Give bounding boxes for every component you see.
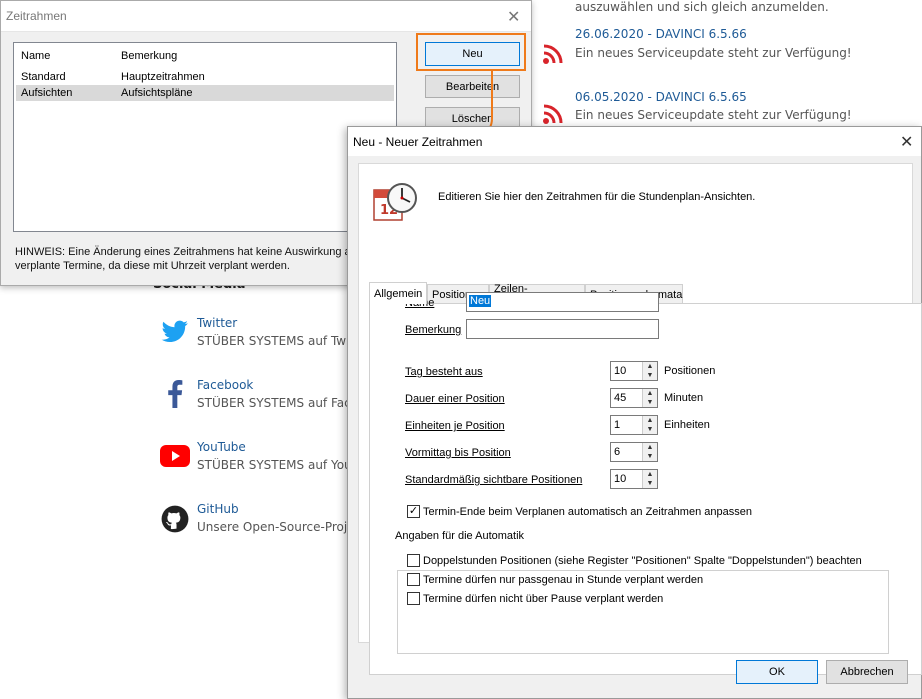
stepper-up-icon[interactable]: ▲ <box>642 362 657 371</box>
spinner-unit: Positionen <box>664 365 716 377</box>
social-sub-github: Unsere Open-Source-Projekte <box>197 520 347 534</box>
stepper-up-icon[interactable]: ▲ <box>642 443 657 452</box>
list-item-remark: Aufsichtspläne <box>121 87 193 99</box>
stepper-down-icon[interactable]: ▼ <box>642 371 657 380</box>
name-field-value: Neu <box>469 295 492 307</box>
stepper-down-icon[interactable]: ▼ <box>642 479 657 488</box>
stepper-down-icon[interactable]: ▼ <box>642 452 657 461</box>
exact-fit-checkbox[interactable] <box>407 573 420 586</box>
rss-icon <box>543 44 563 64</box>
stepper-up-icon[interactable]: ▲ <box>642 416 657 425</box>
tab-allgemein[interactable]: Allgemein <box>369 282 427 304</box>
social-title-youtube[interactable]: YouTube <box>197 440 246 454</box>
news-title-2[interactable]: 06.05.2020 - DAVINCI 6.5.65 <box>575 90 747 104</box>
new-dialog-titlebar: Neu - Neuer Zeitrahmen <box>348 127 921 156</box>
annotation-highlight <box>416 33 526 71</box>
news-text-2: Ein neues Serviceupdate steht zur Verfüg… <box>575 108 852 122</box>
stepper-value: 10 <box>614 365 627 377</box>
close-icon[interactable]: ✕ <box>900 132 913 151</box>
list-item-name: Standard <box>21 71 66 83</box>
remark-field[interactable] <box>466 319 659 339</box>
spinner-label: Dauer einer Position <box>405 393 505 405</box>
stepper-down-icon[interactable]: ▼ <box>642 425 657 434</box>
zeitrahmen-titlebar: Zeitrahmen <box>1 1 531 32</box>
list-item-name: Aufsichten <box>21 87 73 99</box>
auto-adjust-checkbox[interactable]: ✓ <box>407 505 420 518</box>
name-field[interactable]: Neu <box>466 292 659 312</box>
social-sub-twitter-wrap: STÜBER SYSTEMS auf Twitter <box>197 334 347 348</box>
no-break-label: Termine dürfen nicht über Pause verplant… <box>423 593 664 605</box>
twitter-icon[interactable] <box>161 320 189 344</box>
spinner-unit: Einheiten <box>664 419 710 431</box>
column-header-remark[interactable]: Bemerkung <box>121 50 177 62</box>
stepper-value: 45 <box>614 392 627 404</box>
intro-text: Editieren Sie hier den Zeitrahmen für di… <box>438 191 756 203</box>
spinner-unit: Minuten <box>664 392 704 404</box>
stepper-value: 6 <box>614 446 621 458</box>
dialog-panel: 12 Editieren Sie hier den Zeitrahmen für… <box>358 163 922 675</box>
youtube-icon[interactable] <box>160 445 190 467</box>
facebook-icon[interactable] <box>165 380 185 408</box>
stepper-up-icon[interactable]: ▲ <box>642 470 657 479</box>
positions-per-day-stepper[interactable]: 10 ▲ ▼ <box>610 361 658 381</box>
social-sub-youtube: STÜBER SYSTEMS auf YouTube <box>197 458 347 472</box>
rss-icon <box>543 104 563 124</box>
news-title-1[interactable]: 26.06.2020 - DAVINCI 6.5.66 <box>575 27 747 41</box>
social-sub-twitter: STÜBER SYSTEMS auf Twitter <box>197 334 347 348</box>
no-break-checkbox[interactable] <box>407 592 420 605</box>
social-title-twitter[interactable]: Twitter <box>197 316 237 330</box>
news-text-0: auszuwählen und sich gleich anzumelden. <box>575 0 829 14</box>
social-sub-github-wrap: Unsere Open-Source-Projekte <box>197 520 347 534</box>
spinner-label: Tag besteht aus <box>405 366 483 378</box>
news-text-1: Ein neues Serviceupdate steht zur Verfüg… <box>575 46 852 60</box>
automatic-group-title: Angaben für die Automatik <box>393 530 527 542</box>
calendar-clock-icon: 12 <box>373 183 417 221</box>
stepper-value: 10 <box>614 473 627 485</box>
github-icon[interactable] <box>161 505 189 533</box>
zeitrahmen-list[interactable]: Name Bemerkung Standard Hauptzeitrahmen … <box>13 42 397 232</box>
stepper-up-icon[interactable]: ▲ <box>642 389 657 398</box>
social-sub-facebook-wrap: STÜBER SYSTEMS auf Facebook <box>197 396 347 410</box>
double-lessons-checkbox[interactable] <box>407 554 420 567</box>
units-per-position-stepper[interactable]: 1 ▲ ▼ <box>610 415 658 435</box>
close-icon[interactable]: ✕ <box>507 7 520 26</box>
new-dialog-title: Neu - Neuer Zeitrahmen <box>353 134 483 149</box>
stepper-value: 1 <box>614 419 621 431</box>
double-lessons-label: Doppelstunden Positionen (siehe Register… <box>423 555 862 567</box>
spinner-label: Standardmäßig sichtbare Positionen <box>405 474 583 486</box>
social-sub-facebook: STÜBER SYSTEMS auf Facebook <box>197 396 347 410</box>
hint-line-1: HINWEIS: Eine Änderung eines Zeitrahmens… <box>15 246 360 258</box>
stepper-down-icon[interactable]: ▼ <box>642 398 657 407</box>
column-header-name[interactable]: Name <box>21 50 50 62</box>
hint-line-2: verplante Termine, da diese mit Uhrzeit … <box>15 260 290 272</box>
exact-fit-label: Termine dürfen nur passgenau in Stunde v… <box>423 574 704 586</box>
position-duration-stepper[interactable]: 45 ▲ ▼ <box>610 388 658 408</box>
visible-positions-stepper[interactable]: 10 ▲ ▼ <box>610 469 658 489</box>
morning-until-stepper[interactable]: 6 ▲ ▼ <box>610 442 658 462</box>
auto-adjust-label: Termin-Ende beim Verplanen automatisch a… <box>423 506 752 518</box>
list-item-remark: Hauptzeitrahmen <box>121 71 205 83</box>
hint-text: HINWEIS: Eine Änderung eines Zeitrahmens… <box>15 245 360 273</box>
new-timeframe-dialog: Neu - Neuer Zeitrahmen ✕ 12 Editieren Si… <box>347 126 922 699</box>
social-title-facebook[interactable]: Facebook <box>197 378 253 392</box>
list-item-selected[interactable]: Aufsichten Aufsichtspläne <box>16 85 394 101</box>
social-title-github[interactable]: GitHub <box>197 502 239 516</box>
spinner-label: Vormittag bis Position <box>405 447 511 459</box>
list-item[interactable]: Standard Hauptzeitrahmen <box>16 69 394 85</box>
social-sub-youtube-wrap: STÜBER SYSTEMS auf YouTube <box>197 458 347 472</box>
ok-button[interactable]: OK <box>736 660 818 684</box>
cancel-button[interactable]: Abbrechen <box>826 660 908 684</box>
spinner-label: Einheiten je Position <box>405 420 505 432</box>
zeitrahmen-title: Zeitrahmen <box>6 9 67 23</box>
remark-label: Bemerkung <box>405 324 462 336</box>
